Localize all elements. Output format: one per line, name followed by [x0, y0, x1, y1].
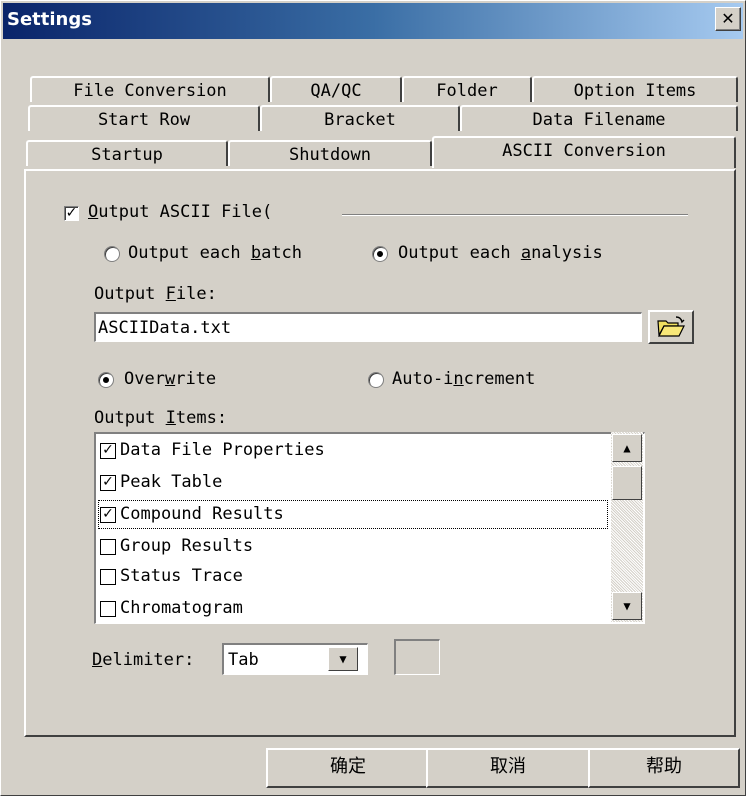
close-icon: ✕	[721, 9, 735, 28]
list-item[interactable]: Status Trace	[98, 562, 608, 591]
list-item[interactable]: ✓ Data File Properties	[98, 436, 608, 465]
tab-bracket[interactable]: Bracket	[260, 105, 460, 131]
list-item-checkbox[interactable]: ✓	[100, 475, 116, 491]
cancel-button[interactable]: 取消	[426, 748, 590, 788]
title-bar[interactable]: Settings	[3, 3, 743, 39]
output-analysis-radio[interactable]	[372, 246, 388, 262]
list-item-checkbox[interactable]	[100, 569, 116, 585]
output-analysis-label[interactable]: Output each analysis	[398, 243, 603, 263]
output-items-list[interactable]: ✓ Data File Properties ✓ Peak Table ✓ Compo…	[94, 432, 645, 624]
delimiter-value: Tab	[228, 650, 259, 670]
auto-increment-radio[interactable]	[368, 372, 384, 388]
list-item[interactable]: Group Results	[98, 532, 608, 561]
list-item-checkbox[interactable]: ✓	[100, 443, 116, 459]
folder-open-icon	[657, 316, 685, 338]
tab-shutdown[interactable]: Shutdown	[228, 140, 432, 166]
scroll-up-button[interactable]: ▲	[612, 434, 642, 462]
tab-data-filename[interactable]: Data Filename	[460, 105, 738, 131]
custom-delimiter-input[interactable]	[394, 639, 440, 675]
output-file-value: ASCIIData.txt	[98, 318, 232, 338]
output-file-input[interactable]: ASCIIData.txt	[94, 312, 642, 342]
list-item-checkbox[interactable]	[100, 601, 116, 617]
delimiter-label: Delimiter:	[92, 650, 195, 670]
overwrite-label[interactable]: Overwrite	[124, 369, 216, 389]
output-batch-radio[interactable]	[104, 246, 120, 262]
chevron-up-icon: ▲	[623, 441, 631, 455]
scroll-down-button[interactable]: ▼	[612, 592, 642, 620]
output-file-label: Output File:	[94, 284, 217, 304]
output-ascii-label[interactable]: Output ASCII File(	[88, 202, 272, 222]
list-item[interactable]: ✓ Compound Results	[98, 500, 608, 529]
help-button[interactable]: 帮助	[588, 748, 740, 788]
delimiter-select[interactable]: Tab ▼	[222, 643, 368, 675]
close-button[interactable]: ✕	[715, 7, 741, 31]
output-ascii-checkbox[interactable]: ✓	[64, 206, 79, 221]
tab-qa-qc[interactable]: QA/QC	[270, 76, 402, 102]
list-item[interactable]: ✓ Peak Table	[98, 468, 608, 497]
chevron-down-icon: ▼	[339, 652, 347, 666]
tab-start-row[interactable]: Start Row	[28, 105, 260, 131]
chevron-down-icon: ▼	[623, 599, 631, 613]
list-item-checkbox[interactable]: ✓	[100, 507, 116, 523]
scroll-thumb[interactable]	[612, 466, 642, 500]
ok-button[interactable]: 确定	[266, 748, 430, 788]
output-items-label: Output Items:	[94, 408, 228, 428]
tab-folder[interactable]: Folder	[402, 76, 532, 102]
tab-option-items[interactable]: Option Items	[532, 76, 738, 102]
dropdown-button[interactable]: ▼	[328, 647, 358, 671]
auto-increment-label[interactable]: Auto-increment	[392, 369, 535, 389]
tab-startup[interactable]: Startup	[26, 140, 228, 166]
list-item-checkbox[interactable]	[100, 539, 116, 555]
list-item[interactable]: Chromatogram	[98, 594, 608, 623]
group-divider	[342, 214, 688, 216]
tab-file-conversion[interactable]: File Conversion	[30, 76, 270, 102]
window-title: Settings	[7, 9, 92, 30]
list-scrollbar[interactable]: ▲ ▼	[611, 432, 643, 622]
output-batch-label[interactable]: Output each batch	[128, 243, 302, 263]
tab-ascii-conversion[interactable]: ASCII Conversion	[432, 136, 736, 168]
overwrite-radio[interactable]	[98, 372, 114, 388]
browse-button[interactable]	[648, 310, 694, 344]
